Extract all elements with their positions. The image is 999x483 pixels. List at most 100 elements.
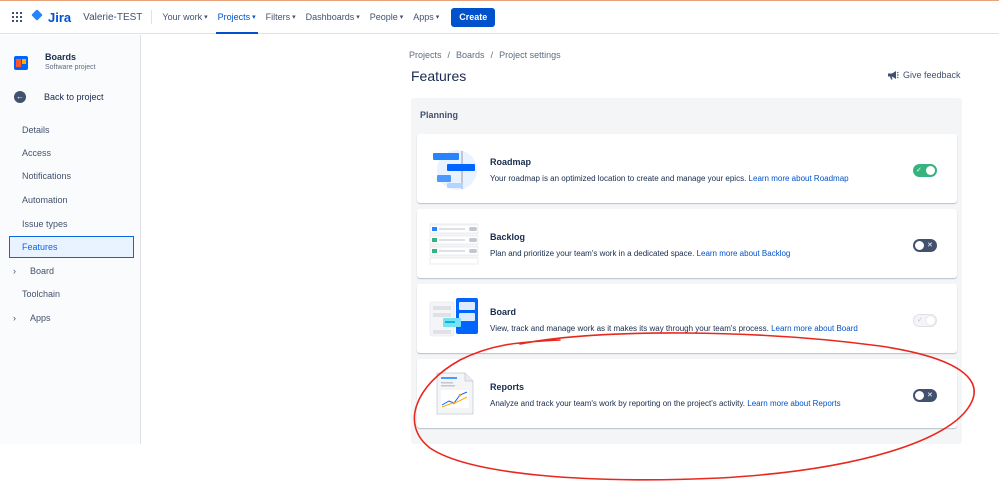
breadcrumb-projects[interactable]: Projects xyxy=(409,50,442,60)
learn-more-backlog-link[interactable]: Learn more about Backlog xyxy=(697,249,791,258)
megaphone-icon xyxy=(888,71,899,80)
sidebar-item-label: Apps xyxy=(30,313,51,323)
breadcrumb-separator: / xyxy=(447,50,451,60)
chevron-down-icon: ▾ xyxy=(292,14,296,21)
top-navigation: Jira Valerie-TEST Your work ▾ Projects ▾ F… xyxy=(0,0,999,34)
project-avatar-icon xyxy=(14,56,28,70)
feature-description: Analyze and track your team's work by re… xyxy=(490,399,841,408)
planning-section-title: Planning xyxy=(420,110,458,120)
feature-description: View, track and manage work as it makes … xyxy=(490,324,858,333)
feature-description-text: Plan and prioritize your team's work in … xyxy=(490,249,695,258)
reports-illustration-icon xyxy=(436,372,474,415)
sidebar-item-toolchain[interactable]: Toolchain xyxy=(9,283,134,305)
feature-card-reports: Reports Analyze and track your team's wo… xyxy=(417,359,957,428)
chevron-right-icon: › xyxy=(13,313,16,323)
create-button[interactable]: Create xyxy=(451,7,496,27)
feature-description: Plan and prioritize your team's work in … xyxy=(490,249,790,258)
project-sidebar: Boards Software project ← Back to projec… xyxy=(0,35,141,444)
nav-apps[interactable]: Apps ▾ xyxy=(413,1,439,34)
sidebar-item-details[interactable]: Details xyxy=(9,119,134,141)
chevron-right-icon: › xyxy=(13,266,16,276)
page-title: Features xyxy=(411,68,467,84)
feature-title: Backlog xyxy=(490,232,526,242)
feature-card-board: Board View, track and manage work as it … xyxy=(417,284,957,353)
chevron-down-icon: ▾ xyxy=(204,14,208,21)
nav-filters-label: Filters xyxy=(265,12,291,22)
project-type: Software project xyxy=(45,64,96,71)
backlog-toggle[interactable]: ✕ xyxy=(913,239,937,252)
learn-more-roadmap-link[interactable]: Learn more about Roadmap xyxy=(749,174,849,183)
nav-divider xyxy=(151,10,153,24)
breadcrumb: Projects / Boards / Project settings xyxy=(409,50,561,60)
sidebar-item-access[interactable]: Access xyxy=(9,142,134,164)
feature-description-text: View, track and manage work as it makes … xyxy=(490,324,769,333)
backlog-illustration-icon xyxy=(429,223,479,265)
nav-filters[interactable]: Filters ▾ xyxy=(266,1,296,34)
feature-title: Reports xyxy=(490,382,525,392)
breadcrumb-project-settings[interactable]: Project settings xyxy=(499,50,561,60)
breadcrumb-boards[interactable]: Boards xyxy=(456,50,485,60)
nav-projects[interactable]: Projects ▾ xyxy=(215,1,258,34)
sidebar-item-apps[interactable]: › Apps xyxy=(9,307,134,329)
project-header[interactable]: Boards Software project xyxy=(14,52,96,71)
board-toggle[interactable]: ✓ xyxy=(913,314,937,327)
sidebar-item-label: Toolchain xyxy=(22,289,61,299)
feature-description-text: Your roadmap is an optimized location to… xyxy=(490,174,747,183)
project-name: Boards xyxy=(45,52,77,62)
back-to-project-link[interactable]: ← Back to project xyxy=(14,91,104,103)
give-feedback-label: Give feedback xyxy=(903,70,961,80)
check-icon: ✓ xyxy=(917,317,923,324)
nav-your-work[interactable]: Your work ▾ xyxy=(162,1,207,34)
feature-card-backlog: Backlog Plan and prioritize your team's … xyxy=(417,209,957,278)
chevron-down-icon: ▾ xyxy=(399,14,404,21)
sidebar-item-issue-types[interactable]: Issue types xyxy=(9,213,134,235)
sidebar-item-features[interactable]: Features xyxy=(9,236,134,258)
feature-title: Roadmap xyxy=(490,157,532,167)
feature-card-roadmap: Roadmap Your roadmap is an optimized loc… xyxy=(417,134,957,203)
breadcrumb-separator: / xyxy=(490,50,494,60)
nav-people-label: People xyxy=(369,12,398,22)
sidebar-item-label: Access xyxy=(22,148,52,158)
roadmap-toggle[interactable]: ✓ xyxy=(913,164,937,177)
sidebar-item-label: Board xyxy=(30,266,55,276)
chevron-down-icon: ▾ xyxy=(435,14,440,21)
sidebar-item-board[interactable]: › Board xyxy=(9,260,134,282)
sidebar-item-automation[interactable]: Automation xyxy=(9,189,134,211)
chevron-down-icon: ▾ xyxy=(252,14,256,21)
logo-text: Jira xyxy=(48,9,72,25)
feature-description: Your roadmap is an optimized location to… xyxy=(490,174,849,183)
sidebar-item-label: Features xyxy=(22,242,58,252)
site-name[interactable]: Valerie-TEST xyxy=(83,12,142,23)
back-to-project-label: Back to project xyxy=(44,92,104,102)
jira-logo-icon xyxy=(31,11,43,23)
toggle-knob xyxy=(915,391,924,400)
check-icon: ✓ xyxy=(916,167,922,174)
nav-apps-label: Apps xyxy=(413,12,434,22)
nav-dashboards[interactable]: Dashboards ▾ xyxy=(306,1,360,34)
feature-description-text: Analyze and track your team's work by re… xyxy=(490,399,746,408)
planning-section: Planning Roadmap Your roadmap is an opti… xyxy=(411,98,962,444)
reports-toggle[interactable]: ✕ xyxy=(913,389,937,402)
nav-people[interactable]: People ▾ xyxy=(370,1,404,34)
sidebar-item-label: Issue types xyxy=(22,219,68,229)
feature-title: Board xyxy=(490,307,517,317)
toggle-knob xyxy=(926,166,935,175)
jira-logo[interactable]: Jira xyxy=(31,10,71,25)
nav-dashboards-label: Dashboards xyxy=(305,12,355,22)
nav-your-work-label: Your work xyxy=(162,12,203,22)
sidebar-item-label: Details xyxy=(22,125,50,135)
sidebar-item-notifications[interactable]: Notifications xyxy=(9,165,134,187)
roadmap-illustration-icon xyxy=(433,150,477,190)
chevron-down-icon: ▾ xyxy=(356,14,360,21)
arrow-left-icon: ← xyxy=(14,91,26,103)
learn-more-board-link[interactable]: Learn more about Board xyxy=(771,324,858,333)
sidebar-item-label: Automation xyxy=(22,195,68,205)
app-switcher-icon[interactable] xyxy=(12,12,22,22)
close-icon: ✕ xyxy=(927,392,933,399)
sidebar-item-label: Notifications xyxy=(22,171,72,181)
learn-more-reports-link[interactable]: Learn more about Reports xyxy=(747,399,840,408)
give-feedback-button[interactable]: Give feedback xyxy=(887,69,961,81)
nav-projects-label: Projects xyxy=(217,12,251,22)
board-illustration-icon xyxy=(429,298,478,337)
close-icon: ✕ xyxy=(927,242,933,249)
